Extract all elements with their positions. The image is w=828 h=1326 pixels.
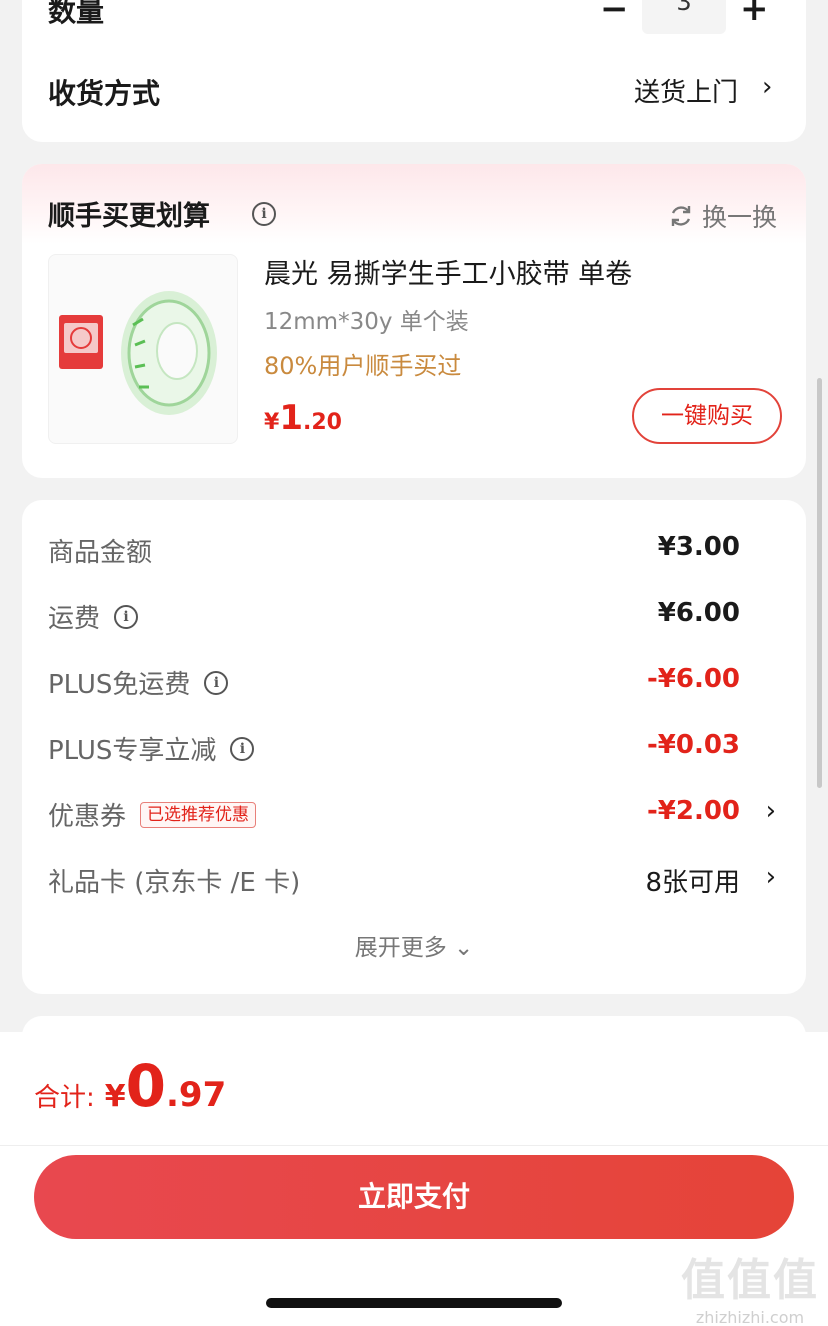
plus-discount-value: -¥0.03 (646, 730, 740, 760)
info-icon[interactable]: i (204, 670, 229, 695)
shipping-label: 运费 i (48, 598, 139, 635)
quantity-stepper[interactable]: 3 (642, 0, 726, 34)
gift-card-value[interactable]: 8张可用 (645, 862, 740, 899)
coupon-value[interactable]: -¥2.00 (647, 796, 740, 826)
refresh-icon (671, 206, 691, 226)
product-spec: 12mm*30y 单个装 (264, 309, 469, 335)
plus-free-shipping-label: PLUS免运费 i (48, 664, 229, 701)
swap-label: 换一换 (702, 203, 778, 232)
recommendation-card: 顺手买更划算 i 换一换 晨光 易撕学生手工小胶带 单卷 12mm*30y 单个… (22, 164, 806, 478)
goods-amount-value: ¥3.00 (657, 532, 740, 562)
total-label: 合计: (34, 1083, 95, 1113)
chevron-right-icon[interactable]: › (766, 796, 776, 826)
plus-free-shipping-value: -¥6.00 (646, 664, 740, 694)
chevron-down-icon: ⌄ (454, 935, 474, 961)
info-icon[interactable]: i (252, 202, 276, 226)
social-proof: 80%用户顺手买过 (264, 352, 462, 380)
shipping-value: ¥6.00 (657, 598, 740, 628)
plus-discount-label: PLUS专享立减 i (48, 730, 255, 767)
product-name[interactable]: 晨光 易撕学生手工小胶带 单卷 (264, 252, 632, 291)
home-indicator[interactable] (266, 1298, 562, 1308)
coupon-label[interactable]: 优惠券 已选推荐优惠 (48, 796, 257, 833)
info-icon[interactable]: i (230, 736, 255, 761)
product-price: ¥1.20 (264, 398, 342, 438)
order-options-card: 数量 − 3 + 收货方式 送货上门 › (22, 0, 806, 142)
minus-icon[interactable]: − (600, 0, 629, 26)
expand-more-button[interactable]: 展开更多 ⌄ (22, 928, 806, 962)
gift-card-label[interactable]: 礼品卡 (京东卡 /E 卡) (48, 862, 300, 899)
plus-icon[interactable]: + (740, 0, 769, 26)
price-breakdown-card: 商品金额 ¥3.00 运费 i ¥6.00 PLUS免运费 i -¥6.00 PLU… (22, 500, 806, 994)
one-click-buy-button[interactable]: 一键购买 (632, 388, 782, 444)
divider (0, 1145, 828, 1146)
scrollbar[interactable] (817, 378, 822, 788)
delivery-value[interactable]: 送货上门 (634, 72, 738, 109)
chevron-right-icon[interactable]: › (762, 72, 772, 102)
info-icon[interactable]: i (114, 604, 139, 629)
watermark: 值值值 zhizhizhi.com (681, 1255, 819, 1326)
product-image[interactable] (48, 254, 238, 444)
order-total: 合计: ¥0.97 (34, 1052, 227, 1120)
delivery-label: 收货方式 (48, 77, 161, 110)
coupon-badge: 已选推荐优惠 (140, 801, 257, 828)
goods-amount-label: 商品金额 (48, 538, 153, 568)
chevron-right-icon[interactable]: › (766, 862, 776, 892)
quantity-label: 数量 (48, 0, 105, 28)
pay-now-button[interactable]: 立即支付 (34, 1155, 794, 1239)
swap-button[interactable]: 换一换 (668, 198, 777, 234)
recommendation-title: 顺手买更划算 (48, 201, 210, 232)
